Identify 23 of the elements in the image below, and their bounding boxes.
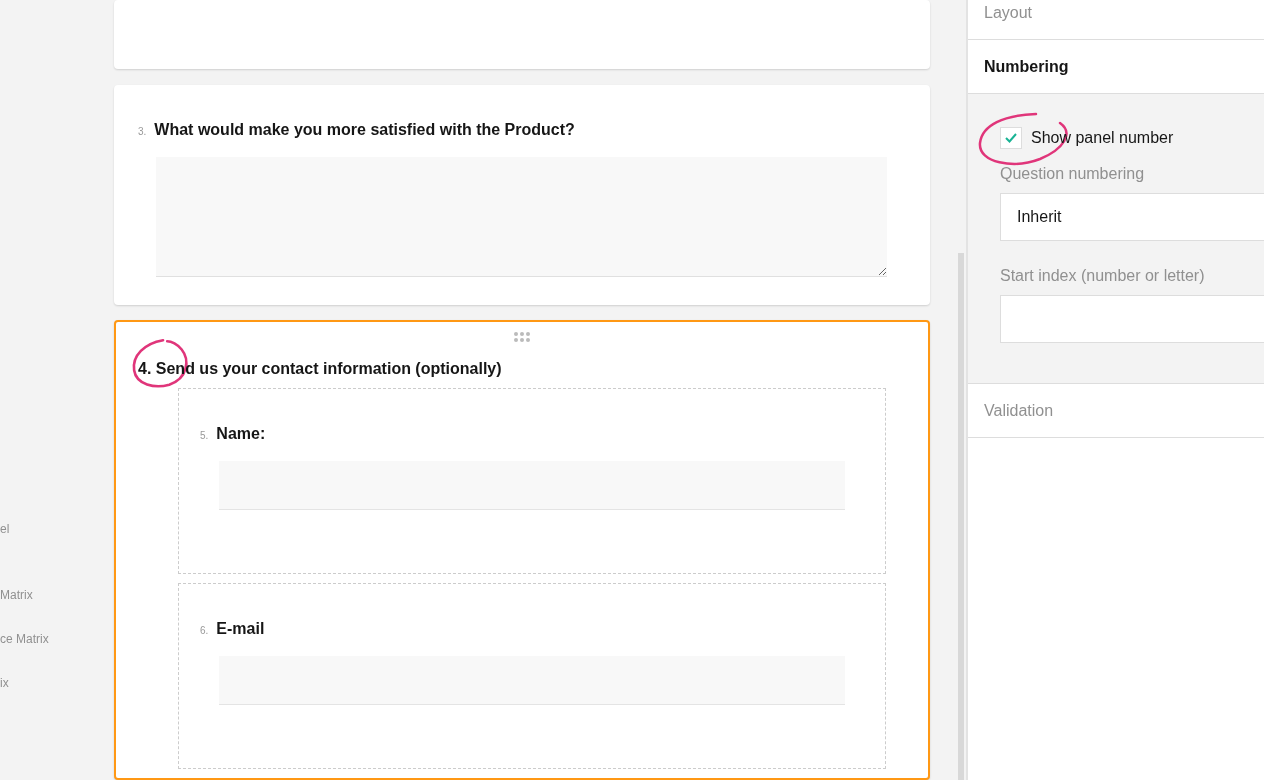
question-title: What would make you more satisfied with the Product? <box>154 121 575 140</box>
dropdown[interactable]: Inherit <box>1000 193 1264 241</box>
toolbox-item[interactable]: Matrix <box>0 588 114 632</box>
section-header[interactable]: Validation <box>968 384 1264 438</box>
check-icon <box>1004 132 1018 144</box>
field-label: Question numbering <box>1000 165 1146 183</box>
drag-handle-icon[interactable] <box>514 332 530 342</box>
input-field[interactable] <box>1000 295 1264 343</box>
toolbox-item[interactable]: el <box>0 522 114 588</box>
text-input[interactable] <box>219 461 845 510</box>
toolbox-item[interactable]: ce Matrix <box>0 632 114 676</box>
question-number: 3. <box>138 126 147 138</box>
scrollbar-thumb[interactable] <box>958 253 964 780</box>
question-number: 6. <box>200 625 209 636</box>
checkbox[interactable] <box>1000 127 1022 149</box>
comment-field[interactable] <box>156 157 887 278</box>
question-title: Name: <box>216 425 266 443</box>
toolbox-item[interactable]: ix <box>0 676 114 720</box>
section-header[interactable]: Layout <box>968 0 1264 40</box>
question-title: E-mail <box>216 620 265 638</box>
question-number: 5. <box>200 430 209 441</box>
text-input[interactable] <box>219 656 845 705</box>
field-label: Start index (number or letter) <box>1000 267 1206 285</box>
